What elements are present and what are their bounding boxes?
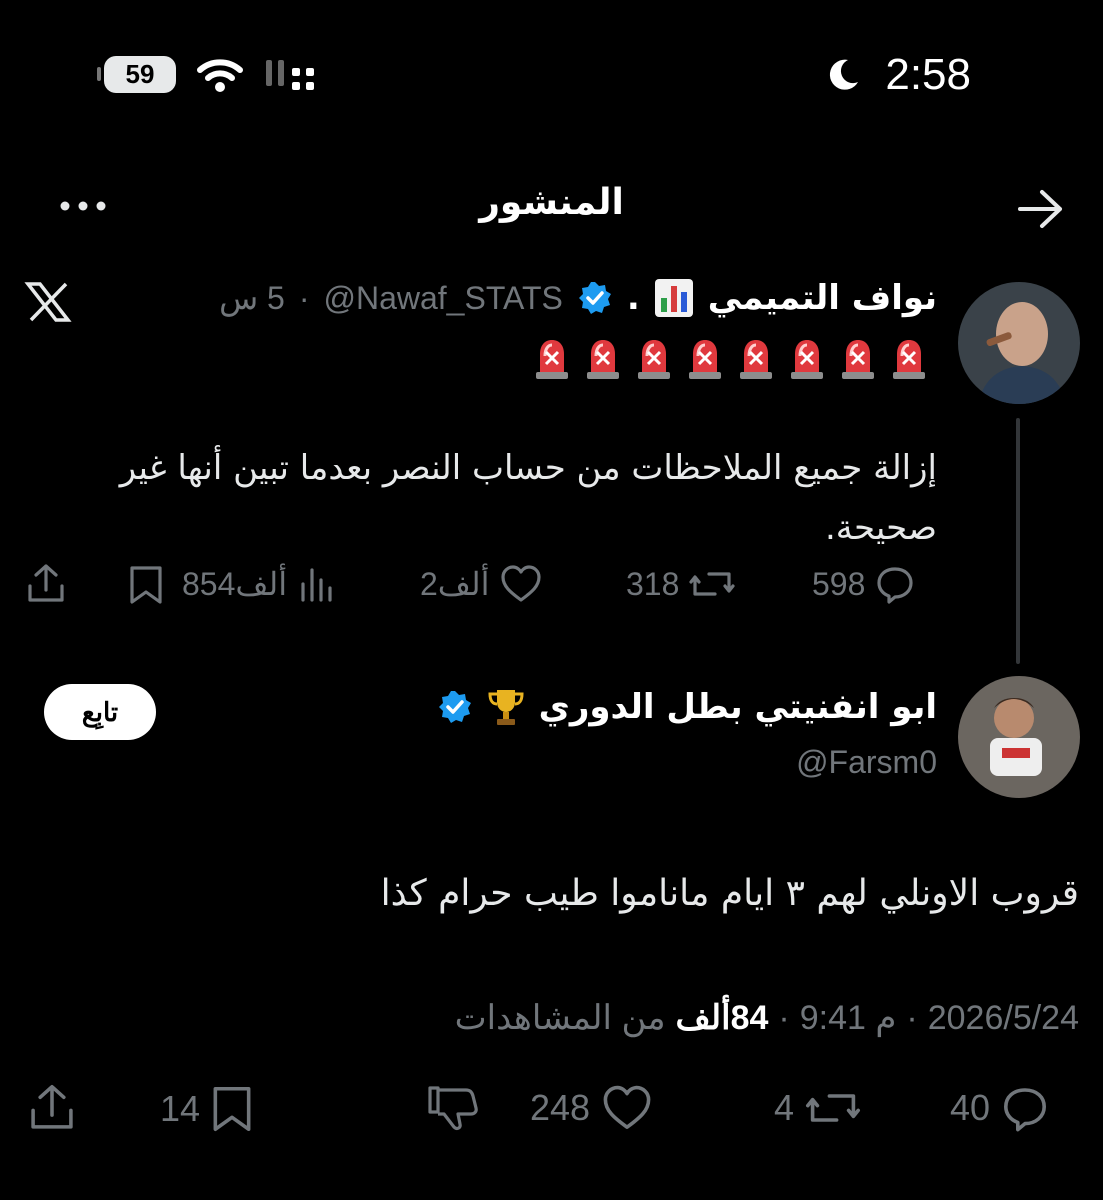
reply-action[interactable]: 598 — [812, 564, 915, 604]
bar-chart-emoji-icon — [654, 278, 694, 318]
battery-indicator: 59 — [97, 56, 176, 93]
verified-badge-icon — [437, 689, 473, 725]
share-icon[interactable] — [26, 1082, 78, 1134]
heart-icon — [600, 1084, 654, 1132]
bookmark-icon[interactable] — [128, 564, 164, 606]
repost-action[interactable]: 318 — [626, 564, 735, 604]
post-meta-line: 2026/5/24 · 9:41 م · 84ألف من المشاهدات — [455, 998, 1079, 1038]
page-title: المنشور — [479, 182, 624, 223]
clock: 2:58 — [885, 50, 971, 99]
siren-icon — [583, 334, 623, 382]
verified-badge-icon — [577, 280, 613, 316]
bookmark-count: 14 — [160, 1088, 201, 1129]
x-logo-icon[interactable] — [24, 282, 72, 322]
author-name[interactable]: ابو انفنيتي بطل الدوري — [539, 687, 937, 727]
author-suffix: . — [626, 278, 640, 318]
trophy-emoji-icon — [485, 686, 527, 728]
wifi-icon — [196, 56, 244, 94]
post-time: 9:41 م — [799, 999, 897, 1037]
siren-icon — [838, 334, 878, 382]
reply-icon — [1000, 1084, 1050, 1132]
post-body: قروب الاونلي لهم ٣ ايام ماناموا طيب حرام… — [380, 873, 1079, 914]
post-time: 5 س — [219, 280, 285, 316]
author-handle[interactable]: @Farsm0 — [796, 744, 937, 781]
siren-icon — [736, 334, 776, 382]
follow-button[interactable]: تابِع — [44, 684, 156, 740]
share-icon[interactable] — [24, 562, 68, 606]
bookmark-icon — [210, 1084, 254, 1134]
author-handle[interactable]: @Nawaf_STATS — [323, 280, 562, 317]
siren-icon — [787, 334, 827, 382]
repost-count: 318 — [626, 565, 680, 602]
siren-icon — [889, 334, 929, 382]
avatar[interactable] — [958, 282, 1080, 404]
repost-icon — [804, 1084, 862, 1132]
thread-connector — [1016, 418, 1020, 664]
repost-icon — [689, 564, 735, 604]
bookmark-action[interactable]: 14 — [160, 1084, 254, 1134]
dislike-icon[interactable] — [424, 1082, 480, 1132]
post-body: إزالة جميع الملاحظات من حساب النصر بعدما… — [119, 448, 937, 548]
reply-action[interactable]: 40 — [950, 1084, 1050, 1132]
avatar[interactable] — [958, 676, 1080, 798]
like-action[interactable]: 248 — [530, 1084, 654, 1132]
views-chart-icon — [297, 564, 337, 604]
siren-icon — [532, 334, 572, 382]
like-action[interactable]: 2ألف — [420, 564, 542, 604]
like-count: 248 — [530, 1087, 591, 1128]
author-name[interactable]: نواف التميمي — [708, 278, 937, 318]
siren-icon — [634, 334, 674, 382]
views-count: 854ألف — [182, 566, 288, 602]
views-label: من المشاهدات — [454, 999, 666, 1037]
heart-icon — [500, 564, 542, 604]
siren-icon — [685, 334, 725, 382]
repost-count: 4 — [774, 1087, 795, 1128]
like-count: 2ألف — [420, 566, 490, 602]
battery-level: 59 — [125, 59, 155, 89]
moon-icon — [824, 56, 862, 94]
separator-dot: · — [906, 999, 918, 1037]
views-count[interactable]: 84ألف — [676, 998, 769, 1038]
reply-icon — [875, 564, 915, 604]
views-action[interactable]: 854ألف — [182, 564, 337, 604]
cellular-signal-icon — [264, 56, 322, 94]
back-arrow-icon[interactable] — [1016, 188, 1066, 230]
siren-emoji-row — [532, 334, 929, 382]
separator-dot: · — [298, 279, 310, 316]
reply-author-row: ابو انفنيتي بطل الدوري — [437, 686, 937, 728]
separator-dot: · — [778, 999, 790, 1037]
reply-count: 40 — [950, 1087, 991, 1128]
repost-action[interactable]: 4 — [774, 1084, 862, 1132]
post-header: نواف التميمي . @Nawaf_STATS · 5 س — [219, 278, 937, 318]
reply-count: 598 — [812, 565, 866, 602]
post-date: 2026/5/24 — [927, 999, 1079, 1037]
